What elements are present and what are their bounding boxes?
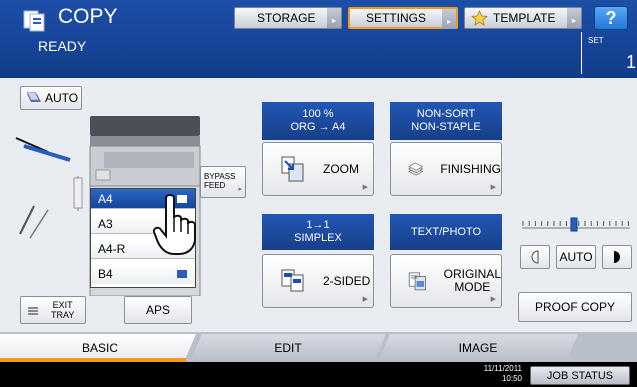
storage-label: STORAGE xyxy=(257,11,316,25)
proof-copy-button[interactable]: PROOF COPY xyxy=(518,292,632,322)
paper-item-label: A4 xyxy=(98,191,113,206)
app-title: COPY xyxy=(58,5,118,28)
paper-item-label: A3 xyxy=(98,216,113,231)
corner-arrow-icon: ▶ xyxy=(362,296,368,303)
star-icon xyxy=(471,10,488,26)
copy-icon xyxy=(23,10,45,32)
finishing-label: FINISHING xyxy=(440,161,501,176)
finishing-staple: NON-STAPLE xyxy=(411,121,481,133)
original-mode-status: TEXT/PHOTO xyxy=(390,214,502,250)
text-photo-icon xyxy=(408,272,426,291)
two-sided-button[interactable]: 2-SIDED ▶ xyxy=(262,254,374,308)
storage-button[interactable]: STORAGE ▸ xyxy=(234,7,342,29)
paper-item-b4[interactable]: B4 xyxy=(91,264,195,284)
duplex-ratio: 1→1 xyxy=(306,219,330,231)
color-mode-label: AUTO xyxy=(45,91,79,105)
zoom-orig-to-paper: ORG → A4 xyxy=(290,121,346,133)
finishing-sort: NON-SORT xyxy=(416,108,476,120)
tab-image[interactable]: IMAGE xyxy=(378,334,578,362)
duplex-icon xyxy=(281,269,304,292)
tab-edit[interactable]: EDIT xyxy=(190,334,386,362)
density-level-marker xyxy=(570,217,578,232)
zoom-ratio: 100 % xyxy=(302,108,334,120)
template-button[interactable]: TEMPLATE ▸ xyxy=(464,7,582,29)
chevron-right-icon: ▸ xyxy=(238,186,242,193)
original-mode-line2: MODE xyxy=(454,280,491,294)
aps-button[interactable]: APS xyxy=(124,296,192,324)
corner-arrow-icon: ▶ xyxy=(362,184,368,191)
paper-item-label: A4-R xyxy=(98,241,126,256)
hand-cursor-icon xyxy=(152,194,196,255)
date-time: 11/11/2011 10:50 xyxy=(474,364,522,384)
set-label: SET xyxy=(588,36,604,45)
finishing-status: NON-SORT NON-STAPLE xyxy=(390,102,502,140)
settings-button[interactable]: SETTINGS ▸ xyxy=(348,7,458,29)
paper-item-label: B4 xyxy=(98,267,113,281)
corner-arrow-icon: ▶ xyxy=(490,296,496,303)
density-darker-button[interactable] xyxy=(602,245,632,269)
date-text: 11/11/2011 xyxy=(483,364,522,373)
darker-icon xyxy=(614,251,620,263)
exit-tray-line1: EXIT xyxy=(52,300,73,310)
finishing-button[interactable]: FINISHING ▶ xyxy=(390,142,502,196)
density-lighter-button[interactable] xyxy=(520,245,550,269)
bypass-feed-button[interactable]: BYPASS FEED ▸ xyxy=(200,166,246,198)
zoom-status: 100 % ORG → A4 xyxy=(262,102,374,140)
exit-tray-button[interactable]: EXIT TRAY xyxy=(20,296,86,324)
job-status-button[interactable]: JOB STATUS xyxy=(530,366,630,385)
zoom-icon xyxy=(281,156,304,182)
settings-label: SETTINGS xyxy=(366,11,427,25)
chevron-right-icon: ▸ xyxy=(567,8,581,28)
chevron-right-icon: ▸ xyxy=(327,8,341,28)
lighter-icon xyxy=(531,250,539,264)
color-mode-button[interactable]: AUTO xyxy=(20,86,82,110)
duplex-mode: SIMPLEX xyxy=(294,232,342,244)
zoom-label: ZOOM xyxy=(323,161,359,176)
density-scale xyxy=(522,217,630,232)
original-mode-value: TEXT/PHOTO xyxy=(410,225,482,238)
original-mode-label: ORIGINAL MODE xyxy=(444,268,501,294)
tray-icon xyxy=(177,270,187,278)
bypass-label-line1: BYPASS xyxy=(204,172,236,181)
original-mode-button[interactable]: ORIGINAL MODE ▶ xyxy=(390,254,502,308)
density-auto-button[interactable]: AUTO xyxy=(556,245,596,269)
duplex-status: 1→1 SIMPLEX xyxy=(262,214,374,250)
two-sided-label: 2-SIDED xyxy=(323,273,371,288)
divider xyxy=(581,32,582,74)
time-text: 10:50 xyxy=(501,374,522,383)
corner-arrow-icon: ▶ xyxy=(490,184,496,191)
zoom-button[interactable]: ZOOM ▶ xyxy=(262,142,374,196)
status-text: READY xyxy=(38,38,87,54)
exit-tray-line2: TRAY xyxy=(51,310,75,320)
chevron-right-icon: ▸ xyxy=(442,9,456,29)
tray-icon xyxy=(28,307,38,315)
help-button[interactable]: ? xyxy=(594,6,628,30)
paper-stack-icon xyxy=(408,162,424,176)
color-mode-icon xyxy=(27,92,41,102)
set-count: 1 xyxy=(626,52,637,72)
